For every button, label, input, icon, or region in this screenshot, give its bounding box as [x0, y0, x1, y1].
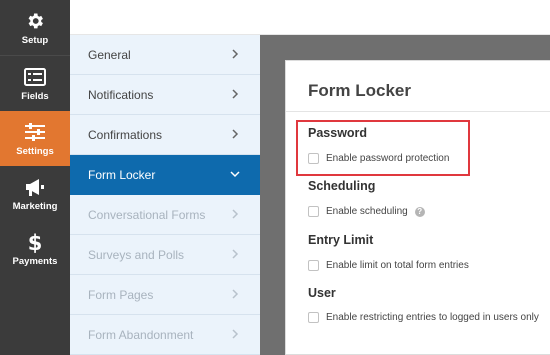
- settings-submenu: General Notifications Confirmations Form…: [70, 35, 260, 355]
- sidebar-item-label: Fields: [21, 90, 49, 102]
- submenu-item-label: Surveys and Polls: [88, 247, 185, 262]
- sidebar-item-label: Marketing: [12, 200, 58, 212]
- option-label: Enable restricting entries to logged in …: [326, 312, 539, 323]
- section-heading-user: User: [308, 286, 336, 300]
- submenu-item-general[interactable]: General: [70, 35, 260, 75]
- highlight-box: [296, 120, 470, 176]
- megaphone-icon: [24, 176, 46, 198]
- chevron-right-icon: [232, 49, 239, 59]
- sidebar-item-label: Payments: [12, 255, 58, 267]
- section-heading-scheduling: Scheduling: [308, 179, 376, 193]
- submenu-item-form-abandonment[interactable]: Form Abandonment: [70, 315, 260, 355]
- submenu-item-confirmations[interactable]: Confirmations: [70, 115, 260, 155]
- form-locker-panel: Form Locker Password Enable password pro…: [285, 60, 550, 355]
- chevron-right-icon: [232, 249, 239, 259]
- submenu-item-label: Form Locker: [88, 167, 156, 182]
- help-icon[interactable]: ?: [414, 206, 425, 217]
- sidebar-item-setup[interactable]: Setup: [0, 0, 70, 55]
- sliders-icon: [24, 121, 46, 143]
- list-icon: [24, 66, 46, 88]
- chevron-right-icon: [232, 329, 239, 339]
- chevron-right-icon: [232, 209, 239, 219]
- submenu-item-surveys-and-polls[interactable]: Surveys and Polls: [70, 235, 260, 275]
- gear-icon: [24, 10, 46, 32]
- section-heading-entry-limit: Entry Limit: [308, 233, 374, 247]
- panel-title: Form Locker: [308, 81, 411, 100]
- chevron-right-icon: [232, 129, 239, 139]
- submenu-item-label: Conversational Forms: [88, 207, 206, 222]
- top-bar: [70, 0, 550, 35]
- user-restriction-option[interactable]: Enable restricting entries to logged in …: [308, 312, 539, 323]
- entry-limit-checkbox[interactable]: [308, 260, 319, 271]
- dollar-icon: $: [24, 231, 46, 253]
- submenu-item-label: Confirmations: [88, 127, 163, 142]
- option-label: Enable scheduling: [326, 206, 408, 217]
- chevron-down-icon: [230, 171, 240, 178]
- divider: [286, 111, 550, 112]
- builder-sidebar: Setup Fields Settings Marketing $ Paymen…: [0, 0, 70, 355]
- sidebar-item-settings[interactable]: Settings: [0, 111, 70, 166]
- submenu-item-form-pages[interactable]: Form Pages: [70, 275, 260, 315]
- option-label: Enable limit on total form entries: [326, 260, 469, 271]
- submenu-item-notifications[interactable]: Notifications: [70, 75, 260, 115]
- sidebar-item-marketing[interactable]: Marketing: [0, 166, 70, 221]
- user-restriction-checkbox[interactable]: [308, 312, 319, 323]
- scheduling-checkbox[interactable]: [308, 206, 319, 217]
- submenu-item-conversational-forms[interactable]: Conversational Forms: [70, 195, 260, 235]
- chevron-right-icon: [232, 289, 239, 299]
- chevron-right-icon: [232, 89, 239, 99]
- sidebar-item-label: Setup: [21, 34, 49, 46]
- submenu-item-label: Form Pages: [88, 287, 154, 302]
- submenu-item-label: Notifications: [88, 87, 154, 102]
- sidebar-item-payments[interactable]: $ Payments: [0, 221, 70, 276]
- svg-text:$: $: [28, 231, 43, 253]
- sidebar-item-label: Settings: [16, 145, 54, 157]
- submenu-item-form-locker[interactable]: Form Locker: [70, 155, 260, 195]
- sidebar-item-fields[interactable]: Fields: [0, 56, 70, 111]
- entry-limit-option[interactable]: Enable limit on total form entries: [308, 260, 469, 271]
- scheduling-option[interactable]: Enable scheduling ?: [308, 206, 425, 217]
- submenu-item-label: Form Abandonment: [88, 327, 194, 342]
- submenu-item-label: General: [88, 47, 131, 62]
